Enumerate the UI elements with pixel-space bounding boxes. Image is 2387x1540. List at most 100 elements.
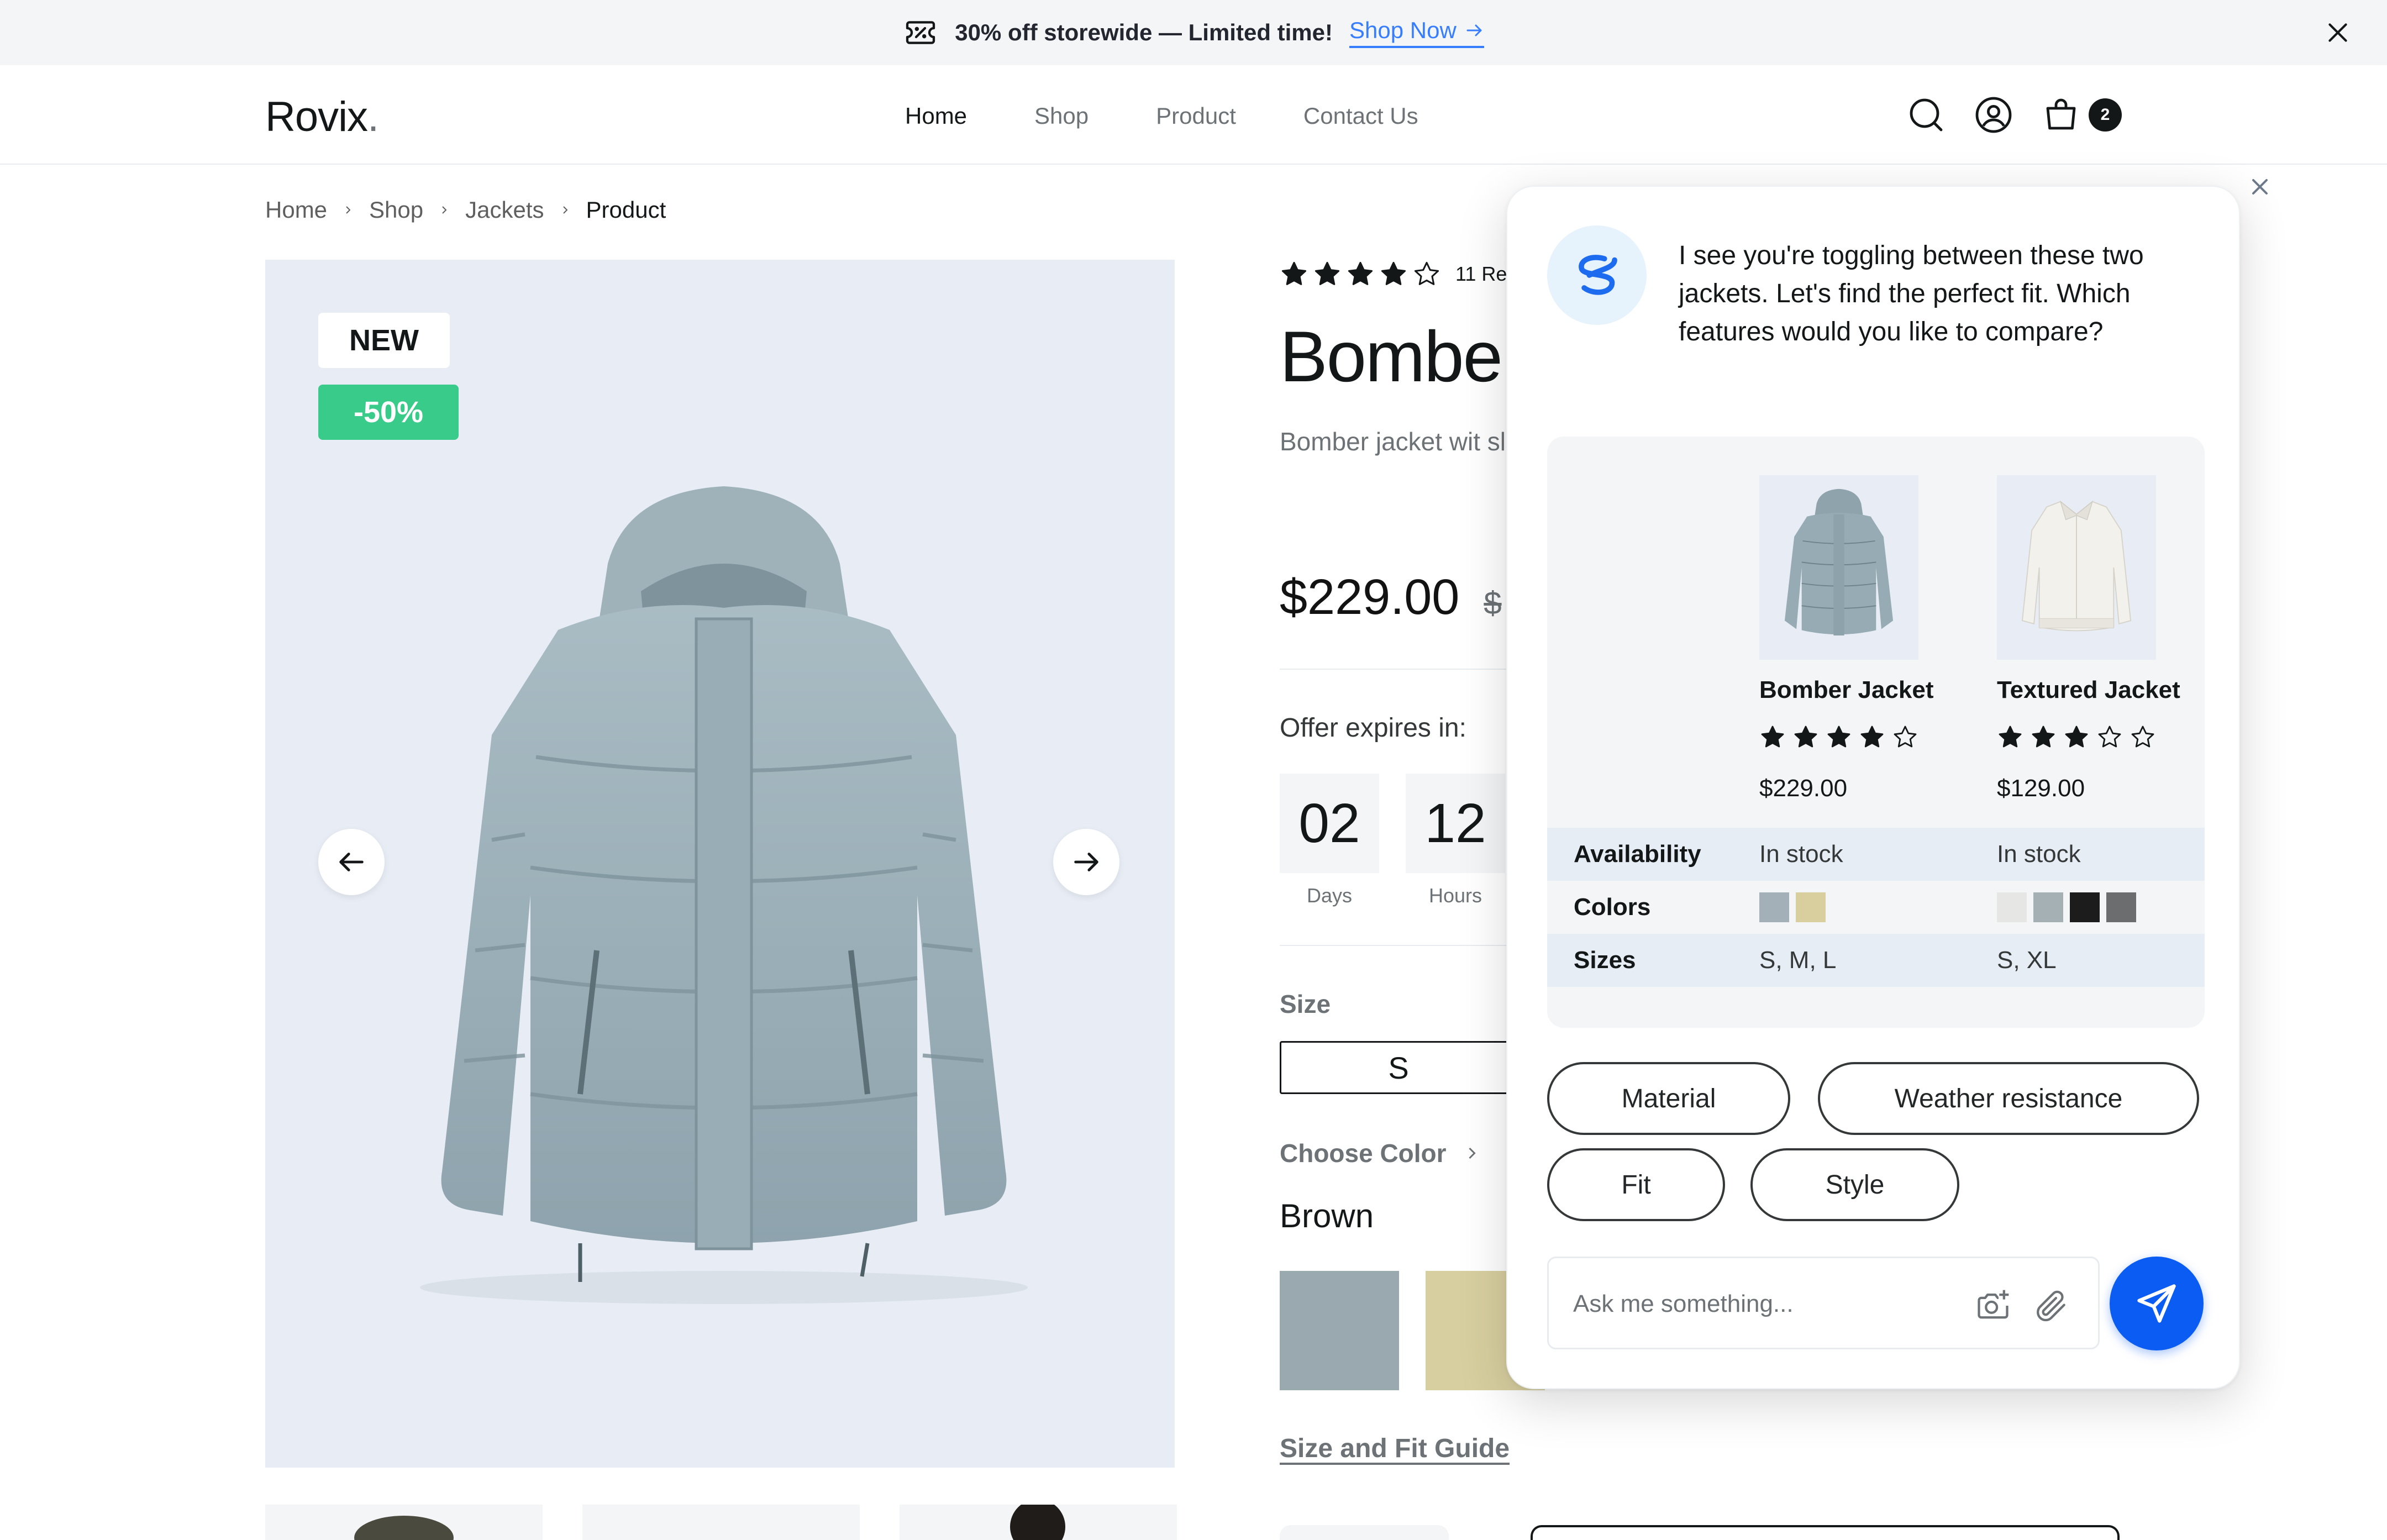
row-colors: Colors	[1547, 881, 2205, 934]
star-filled-icon	[1999, 726, 2022, 748]
arrow-right-icon	[1466, 24, 1482, 36]
product-title: Bomber	[1280, 316, 1526, 397]
product-rating-stars	[1280, 260, 1441, 288]
chevron-right-icon	[562, 206, 567, 214]
user-icon[interactable]	[1974, 95, 2013, 135]
main-nav: Home Shop Product Contact Us	[905, 103, 1418, 129]
chip-material[interactable]: Material	[1547, 1062, 1790, 1135]
brand-dot: .	[367, 93, 379, 140]
countdown-days-value: 02	[1280, 774, 1379, 873]
chevron-right-icon	[346, 206, 351, 214]
color-swatch	[2070, 892, 2100, 923]
cart-button[interactable]: 2	[2041, 95, 2122, 135]
thumbnail-strip	[265, 1505, 1177, 1540]
countdown-hours-label: Hours	[1428, 884, 1482, 907]
quantity-stepper[interactable]	[1280, 1525, 1449, 1540]
color-swatch	[1997, 892, 2027, 923]
countdown-hours: 12 Hours	[1406, 774, 1505, 907]
chevron-right-icon	[442, 206, 447, 214]
product-gallery: NEW -50%	[265, 260, 1175, 1468]
size-fit-guide-link[interactable]: Size and Fit Guide	[1280, 1433, 1510, 1464]
chevron-right-icon	[1469, 1147, 1476, 1159]
nav-icons: 2	[1906, 95, 2122, 135]
size-option-s[interactable]: S	[1280, 1041, 1517, 1094]
product-2-availability: In stock	[1997, 840, 2081, 868]
compare-product-1-price: $229.00	[1759, 775, 1848, 802]
brand-logo[interactable]: Rovix.	[265, 93, 379, 141]
breadcrumb-home[interactable]: Home	[265, 197, 327, 223]
send-icon	[2137, 1284, 2176, 1323]
new-badge: NEW	[318, 313, 450, 368]
next-image-button[interactable]	[1053, 829, 1119, 895]
color-swatch	[1759, 892, 1789, 923]
previous-image-button[interactable]	[318, 829, 385, 895]
star-filled-icon	[1281, 261, 1307, 285]
size-label: Size	[1280, 990, 1331, 1018]
breadcrumb-jackets[interactable]: Jackets	[465, 197, 544, 223]
choose-color-toggle[interactable]: Choose Color	[1280, 1138, 1482, 1168]
compare-product-1-image	[1759, 475, 1918, 660]
row-colors-label: Colors	[1574, 893, 1651, 921]
announcement-bar: 30% off storewide — Limited time! Shop N…	[0, 0, 2387, 65]
color-swatch	[2033, 892, 2063, 923]
shop-now-label: Shop Now	[1349, 17, 1457, 43]
star-filled-icon	[1315, 261, 1340, 285]
offer-expiry-label: Offer expires in:	[1280, 713, 1466, 743]
star-filled-icon	[1381, 261, 1406, 285]
product-1-availability: In stock	[1759, 840, 1843, 868]
nav-shop[interactable]: Shop	[1034, 103, 1089, 129]
camera-icon[interactable]	[1974, 1287, 2012, 1324]
assistant-avatar	[1547, 225, 1647, 325]
ticket-percent-icon	[906, 21, 935, 44]
product-price: $229.00	[1280, 570, 1460, 625]
close-icon[interactable]	[2324, 19, 2352, 46]
send-button[interactable]	[2110, 1257, 2204, 1350]
shopping-bag-icon	[2046, 98, 2076, 130]
navbar: Rovix. Home Shop Product Contact Us 2	[0, 65, 2387, 165]
price-row: $229.00 $	[1280, 569, 1502, 626]
product-image-puffer-jacket	[420, 486, 1028, 1304]
chip-style[interactable]: Style	[1750, 1148, 1959, 1221]
product-1-sizes: S, M, L	[1759, 947, 1837, 974]
color-swatch-grey[interactable]	[1280, 1271, 1399, 1390]
product-1-colors	[1759, 892, 1832, 923]
breadcrumb-shop[interactable]: Shop	[369, 197, 423, 223]
star-filled-icon	[1348, 261, 1373, 285]
shop-now-link[interactable]: Shop Now	[1349, 17, 1484, 48]
compare-product-1: Bomber Jacket $229.00	[1759, 475, 1969, 802]
assistant-panel: I see you're toggling between these two …	[1506, 186, 2240, 1389]
color-swatch	[1796, 892, 1826, 923]
arrow-left-icon	[339, 853, 364, 871]
announcement-text: 30% off storewide — Limited time!	[955, 19, 1333, 45]
cart-count-badge: 2	[2089, 98, 2122, 132]
discount-badge: -50%	[318, 385, 459, 440]
countdown-days-label: Days	[1306, 884, 1353, 907]
ask-box	[1547, 1257, 2100, 1349]
product-2-sizes: S, XL	[1997, 947, 2057, 974]
star-outline-icon	[1894, 726, 1917, 748]
close-assistant-icon[interactable]	[2247, 174, 2273, 200]
search-icon[interactable]	[1906, 95, 1946, 135]
chip-fit[interactable]: Fit	[1547, 1148, 1725, 1221]
thumbnail-model-image	[1010, 1505, 1065, 1540]
star-filled-icon	[1860, 726, 1884, 748]
compare-product-2-image	[1997, 475, 2156, 660]
thumbnail-1[interactable]	[265, 1505, 543, 1540]
rating-row: 11 Revi	[1280, 260, 1521, 288]
star-filled-icon	[1827, 726, 1850, 748]
chip-weather-resistance[interactable]: Weather resistance	[1818, 1062, 2199, 1135]
compare-product-1-name: Bomber Jacket	[1759, 676, 1934, 703]
original-price: $	[1484, 585, 1502, 621]
nav-home[interactable]: Home	[905, 103, 967, 129]
countdown-hours-value: 12	[1406, 774, 1505, 873]
wishlist-button[interactable]	[1531, 1525, 2120, 1540]
thumbnail-2[interactable]	[582, 1505, 860, 1540]
nav-product[interactable]: Product	[1156, 103, 1236, 129]
row-availability: Availability In stock In stock	[1547, 828, 2205, 881]
brand-name: Rovix	[265, 93, 368, 140]
paperclip-icon[interactable]	[2033, 1287, 2070, 1324]
color-swatch	[2106, 892, 2136, 923]
nav-contact[interactable]: Contact Us	[1303, 103, 1418, 129]
ask-input[interactable]	[1573, 1285, 1938, 1323]
thumbnail-3[interactable]	[900, 1505, 1177, 1540]
